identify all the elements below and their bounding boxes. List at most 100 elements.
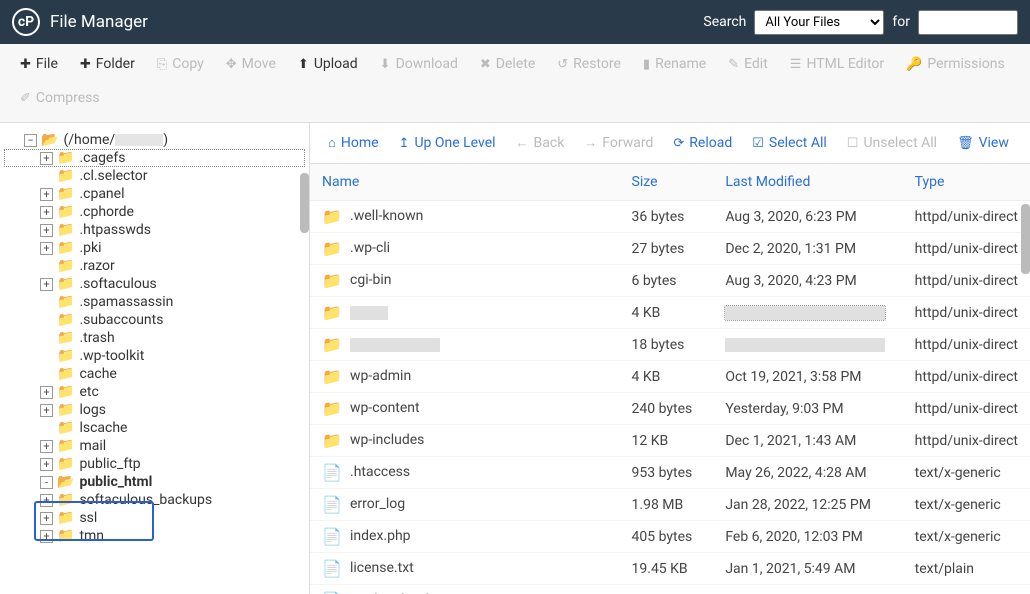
folder-tree-sidebar[interactable]: − 📂 (/home/) +📁.cagefs📁.cl.selector+📁.cp…: [0, 123, 310, 594]
tree-node-public-html[interactable]: -📂public_html: [4, 473, 305, 491]
tree-node-label[interactable]: public_ftp: [79, 456, 140, 472]
expand-icon[interactable]: +: [40, 494, 53, 507]
tree-node-label[interactable]: .cl.selector: [79, 168, 147, 184]
html-editor-button[interactable]: ☰HTML Editor: [780, 50, 894, 78]
tree-node-etc[interactable]: +📁etc: [4, 383, 305, 401]
new-file-button[interactable]: ✚File: [10, 50, 68, 78]
rename-button[interactable]: ▮Rename: [633, 50, 716, 78]
forward-button[interactable]: →Forward: [576, 131, 661, 155]
view-trash-button[interactable]: 🗑View: [949, 131, 1017, 155]
home-button[interactable]: ⌂Home: [320, 131, 387, 155]
table-row[interactable]: 📁wp-includes12 KBDec 1, 2021, 1:43 AMhtt…: [310, 425, 1030, 457]
collapse-icon[interactable]: −: [24, 134, 37, 147]
tree-node-label[interactable]: .subaccounts: [79, 312, 163, 328]
reload-button[interactable]: ⟳Reload: [665, 131, 740, 155]
download-button[interactable]: ⬇Download: [370, 50, 468, 78]
tree-node-cache[interactable]: 📁cache: [4, 365, 305, 383]
restore-button[interactable]: ↺Restore: [547, 50, 631, 78]
table-row[interactable]: 📄.htaccess953 bytesMay 26, 2022, 4:28 AM…: [310, 457, 1030, 489]
tree-node-label[interactable]: softaculous_backups: [79, 492, 212, 508]
tree-node--pki[interactable]: +📁.pki: [4, 239, 305, 257]
tree-node-mail[interactable]: +📁mail: [4, 437, 305, 455]
column-header-modified[interactable]: Last Modified: [713, 164, 902, 201]
tree-node-label[interactable]: lscache: [79, 420, 127, 436]
tree-node-ssl[interactable]: +📁ssl: [4, 509, 305, 527]
upload-button[interactable]: ⬆Upload: [288, 50, 368, 78]
tree-node-label[interactable]: public_html: [79, 474, 152, 490]
tree-node-label[interactable]: .pki: [79, 240, 101, 256]
tree-root[interactable]: − 📂 (/home/): [4, 131, 305, 149]
table-row[interactable]: 📄index.php405 bytesFeb 6, 2020, 12:03 PM…: [310, 521, 1030, 553]
table-row[interactable]: 📄readme.html7.17 KBMar 11, 2022, 2:46 PM…: [310, 585, 1030, 594]
tree-node-label[interactable]: .cpanel: [79, 186, 124, 202]
unselect-all-button[interactable]: ☐Unselect All: [839, 131, 945, 155]
tree-node-label[interactable]: .spamassassin: [79, 294, 173, 310]
tree-node-label[interactable]: .cphorde: [79, 204, 134, 220]
copy-button[interactable]: ⎘Copy: [147, 50, 214, 78]
tree-node-label[interactable]: .razor: [79, 258, 114, 274]
expand-icon[interactable]: +: [40, 386, 53, 399]
compress-button[interactable]: ✐Compress: [10, 84, 110, 112]
expand-icon[interactable]: +: [40, 512, 53, 525]
tree-node-logs[interactable]: +📁logs: [4, 401, 305, 419]
new-folder-button[interactable]: ✚Folder: [70, 50, 145, 78]
up-one-level-button[interactable]: ↥Up One Level: [391, 131, 504, 155]
column-header-type[interactable]: Type: [903, 164, 1030, 201]
table-row[interactable]: 📁wp-admin4 KBOct 19, 2021, 3:58 PMhttpd/…: [310, 361, 1030, 393]
column-header-size[interactable]: Size: [620, 164, 714, 201]
edit-button[interactable]: ✎Edit: [718, 50, 778, 78]
tree-node-label[interactable]: etc: [79, 384, 98, 400]
tree-node--cagefs[interactable]: +📁.cagefs: [4, 149, 305, 167]
table-row[interactable]: 📄error_log1.98 MBJan 28, 2022, 12:25 PMt…: [310, 489, 1030, 521]
tree-node-label[interactable]: tmn: [79, 528, 104, 544]
tree-node-label[interactable]: .trash: [79, 330, 114, 346]
expand-icon[interactable]: +: [40, 404, 53, 417]
expand-icon[interactable]: +: [40, 278, 53, 291]
tree-node--trash[interactable]: 📁.trash: [4, 329, 305, 347]
tree-node-label[interactable]: .softaculous: [79, 276, 156, 292]
tree-node-label[interactable]: ssl: [79, 510, 97, 526]
tree-node-lscache[interactable]: 📁lscache: [4, 419, 305, 437]
tree-node--cphorde[interactable]: +📁.cphorde: [4, 203, 305, 221]
tree-node-label[interactable]: .wp-toolkit: [79, 348, 144, 364]
collapse-icon[interactable]: -: [40, 476, 53, 489]
tree-node--cl-selector[interactable]: 📁.cl.selector: [4, 167, 305, 185]
tree-node-label[interactable]: logs: [79, 402, 105, 418]
column-header-name[interactable]: Name: [310, 164, 620, 201]
tree-node--softaculous[interactable]: +📁.softaculous: [4, 275, 305, 293]
table-row[interactable]: 📁4 KBhttpd/unix-direct: [310, 297, 1030, 329]
tree-node--spamassassin[interactable]: 📁.spamassassin: [4, 293, 305, 311]
tree-node-softaculous-backups[interactable]: +📁softaculous_backups: [4, 491, 305, 509]
search-scope-select[interactable]: All Your Files: [754, 10, 884, 35]
expand-icon[interactable]: +: [40, 224, 53, 237]
permissions-button[interactable]: 🔑Permissions: [896, 50, 1015, 78]
expand-icon[interactable]: +: [40, 458, 53, 471]
tree-node--subaccounts[interactable]: 📁.subaccounts: [4, 311, 305, 329]
table-row[interactable]: 📄license.txt19.45 KBJan 1, 2021, 5:49 AM…: [310, 553, 1030, 585]
content-scrollbar[interactable]: [1021, 204, 1030, 274]
search-input[interactable]: [918, 10, 1018, 35]
table-row[interactable]: 📁18 byteshttpd/unix-direct: [310, 329, 1030, 361]
select-all-button[interactable]: ☑Select All: [744, 131, 835, 155]
back-button[interactable]: ←Back: [508, 131, 573, 155]
table-row[interactable]: 📁cgi-bin6 bytesAug 3, 2020, 4:23 PMhttpd…: [310, 265, 1030, 297]
table-row[interactable]: 📁wp-content240 bytesYesterday, 9:03 PMht…: [310, 393, 1030, 425]
expand-icon[interactable]: +: [40, 152, 53, 165]
table-row[interactable]: 📁.wp-cli27 bytesDec 2, 2020, 1:31 PMhttp…: [310, 233, 1030, 265]
tree-node--razor[interactable]: 📁.razor: [4, 257, 305, 275]
tree-node-tmn[interactable]: +📁tmn: [4, 527, 305, 545]
table-row[interactable]: 📁.well-known36 bytesAug 3, 2020, 6:23 PM…: [310, 201, 1030, 233]
expand-icon[interactable]: +: [40, 440, 53, 453]
tree-node--cpanel[interactable]: +📁.cpanel: [4, 185, 305, 203]
tree-node-label[interactable]: .htpasswds: [79, 222, 151, 238]
expand-icon[interactable]: +: [40, 242, 53, 255]
move-button[interactable]: ✥Move: [216, 50, 286, 78]
expand-icon[interactable]: +: [40, 206, 53, 219]
file-listing[interactable]: Name Size Last Modified Type 📁.well-know…: [310, 164, 1030, 594]
tree-node-label[interactable]: cache: [79, 366, 116, 382]
delete-button[interactable]: ✖Delete: [470, 50, 545, 78]
tree-node-label[interactable]: mail: [79, 438, 106, 454]
expand-icon[interactable]: +: [40, 530, 53, 543]
sidebar-scrollbar[interactable]: [300, 173, 309, 233]
expand-icon[interactable]: +: [40, 188, 53, 201]
